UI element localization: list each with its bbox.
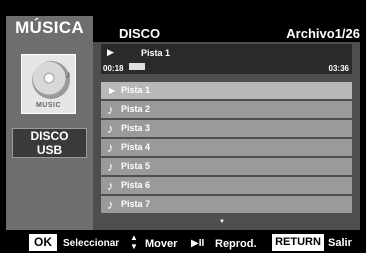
music-note-icon: ♪	[65, 69, 72, 81]
track-row[interactable]: ♪ Pista 2	[101, 101, 352, 118]
scroll-down-icon[interactable]: ▼	[219, 219, 225, 225]
track-row[interactable]: ♪ Pista 3	[101, 120, 352, 137]
progress-bar[interactable]	[129, 63, 321, 70]
source-disco[interactable]: DISCO	[13, 129, 86, 143]
track-row-selected[interactable]: ▶ Pista 1	[101, 82, 352, 99]
music-note-icon: ♪	[107, 140, 114, 155]
music-thumbnail: ♪ MUSIC	[21, 54, 76, 114]
track-label: Pista 7	[121, 199, 151, 209]
track-label: Pista 6	[121, 180, 151, 190]
track-label: Pista 2	[121, 104, 151, 114]
track-label: Pista 4	[121, 142, 151, 152]
music-note-icon: ♪	[107, 121, 114, 136]
bottom-hint-bar: OK Seleccionar ▲ ▼ Mover ▶II Reprod. RETU…	[0, 232, 366, 253]
music-note-icon: ♪	[107, 102, 114, 117]
section-title: DISCO	[119, 26, 161, 41]
track-list: ▶ Pista 1 ♪ Pista 2 ♪ Pista 3 ♪ Pista 4 ♪ Pista 5…	[101, 82, 352, 215]
now-playing-title: Pista 1	[141, 48, 171, 58]
disc-icon	[32, 61, 70, 99]
track-label: Pista 1	[121, 85, 151, 95]
track-row[interactable]: ♪ Pista 7	[101, 196, 352, 213]
exit-hint: Salir	[328, 237, 352, 249]
progress-fill	[129, 63, 145, 70]
up-down-icon: ▲ ▼	[130, 233, 138, 251]
now-playing: ▶ Pista 1 00:18 03:36	[101, 44, 352, 74]
track-label: Pista 3	[121, 123, 151, 133]
track-row[interactable]: ♪ Pista 5	[101, 158, 352, 175]
move-hint: Mover	[145, 238, 178, 250]
play-icon: ▶	[109, 86, 116, 95]
app-title: MÚSICA	[15, 18, 84, 37]
return-key[interactable]: RETURN	[272, 234, 324, 251]
play-pause-icon: ▶II	[191, 238, 205, 249]
source-usb[interactable]: USB	[13, 143, 86, 157]
music-player-screen: MÚSICA ♪ MUSIC DISCO USB ◄ DISCO Archivo…	[0, 0, 366, 253]
track-label: Pista 5	[121, 161, 151, 171]
track-row[interactable]: ♪ Pista 6	[101, 177, 352, 194]
total-time: 03:36	[328, 64, 349, 73]
thumbnail-label: MUSIC	[35, 102, 62, 109]
select-hint: Seleccionar	[63, 238, 120, 249]
file-counter: Archivo1/26	[286, 26, 360, 41]
play-hint: Reprod.	[215, 238, 257, 250]
track-panel: ▶ Pista 1 00:18 03:36 ▶ Pista 1 ♪ Pista 2 ♪ P…	[93, 42, 360, 230]
ok-key[interactable]: OK	[29, 234, 57, 251]
elapsed-time: 00:18	[103, 64, 124, 73]
track-row[interactable]: ♪ Pista 4	[101, 139, 352, 156]
play-icon: ▶	[107, 47, 114, 57]
source-selector[interactable]: DISCO USB	[12, 128, 87, 158]
header-bar: DISCO Archivo1/26	[93, 16, 360, 42]
music-note-icon: ♪	[107, 159, 114, 174]
music-note-icon: ♪	[107, 178, 114, 193]
left-panel: MÚSICA ♪ MUSIC DISCO USB	[6, 16, 93, 230]
music-note-icon: ♪	[107, 197, 114, 212]
